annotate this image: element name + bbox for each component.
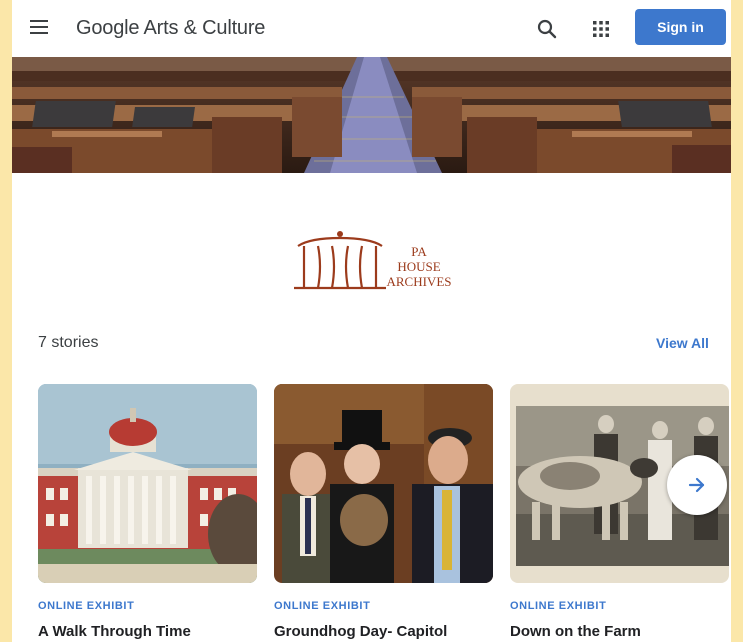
story-thumbnail bbox=[38, 384, 257, 583]
story-thumbnail bbox=[274, 384, 493, 583]
stories-count: 7 stories bbox=[38, 334, 99, 351]
search-icon[interactable] bbox=[534, 16, 560, 42]
view-all-link[interactable]: View All bbox=[656, 335, 709, 351]
story-title[interactable]: Groundhog Day- Capitol bbox=[274, 623, 447, 640]
logo-text-pa: PA bbox=[411, 244, 427, 259]
carousel-next-button[interactable] bbox=[667, 455, 727, 515]
arrow-right-icon bbox=[688, 477, 705, 493]
story-title[interactable]: A Walk Through Time bbox=[38, 623, 191, 640]
logo-text-house: HOUSE bbox=[397, 259, 440, 274]
story-type-label: ONLINE EXHIBIT bbox=[38, 600, 135, 612]
pa-house-archives-logo[interactable]: PA HOUSE ARCHIVES bbox=[290, 226, 460, 296]
brand-title[interactable]: Google Arts & Culture bbox=[76, 17, 265, 40]
apps-grid-icon[interactable] bbox=[588, 16, 614, 42]
menu-icon[interactable] bbox=[26, 16, 52, 40]
sign-in-button[interactable]: Sign in bbox=[635, 9, 726, 45]
story-card[interactable]: ONLINE EXHIBIT Groundhog Day- Capitol bbox=[274, 384, 493, 642]
story-type-label: ONLINE EXHIBIT bbox=[274, 600, 371, 612]
app-frame: Google Arts & Culture Sign in PA HOUSE A… bbox=[12, 0, 731, 642]
story-title[interactable]: Down on the Farm bbox=[510, 623, 641, 640]
story-type-label: ONLINE EXHIBIT bbox=[510, 600, 607, 612]
logo-text-archives: ARCHIVES bbox=[386, 274, 451, 289]
story-card[interactable]: ONLINE EXHIBIT A Walk Through Time bbox=[38, 384, 257, 642]
hero-image bbox=[12, 57, 731, 173]
top-bar: Google Arts & Culture Sign in bbox=[12, 0, 731, 57]
